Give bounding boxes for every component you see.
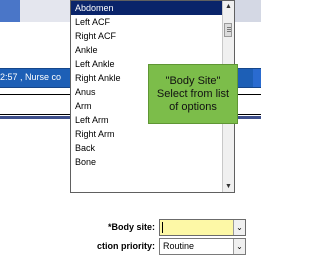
body-site-row: *Body site: ⌄ <box>0 219 261 237</box>
callout-text: "Body Site" Select from list of options <box>156 74 230 113</box>
dropdown-option[interactable]: Right Arm <box>71 127 224 141</box>
dropdown-option[interactable]: Right ACF <box>71 29 224 43</box>
dropdown-option[interactable]: Left ACF <box>71 15 224 29</box>
collection-priority-row: ction priority: Routine ⌄ <box>0 238 261 256</box>
body-site-field[interactable]: ⌄ <box>159 219 246 236</box>
grip-line <box>227 31 231 32</box>
scroll-up-icon[interactable]: ▲ <box>223 1 234 12</box>
dropdown-option[interactable]: Back <box>71 141 224 155</box>
instruction-callout: "Body Site" Select from list of options <box>148 64 238 124</box>
collection-priority-field[interactable]: Routine ⌄ <box>159 238 246 255</box>
grip-line <box>227 29 231 30</box>
header-accent <box>0 0 20 22</box>
body-site-label: *Body site: <box>107 222 155 232</box>
scroll-thumb[interactable] <box>224 23 232 37</box>
scroll-down-icon[interactable]: ▼ <box>223 181 234 192</box>
dropdown-option[interactable]: Bone <box>71 155 224 169</box>
text-caret <box>162 222 163 233</box>
collection-priority-label: ction priority: <box>97 241 155 251</box>
status-text: 2:57 , Nurse co <box>0 72 62 82</box>
chevron-down-icon[interactable]: ⌄ <box>233 220 245 235</box>
status-bar-end <box>253 69 261 87</box>
dropdown-option[interactable]: Abdomen <box>71 1 224 15</box>
grip-line <box>227 27 231 28</box>
collection-priority-value: Routine <box>163 241 195 251</box>
dropdown-option[interactable]: Ankle <box>71 43 224 57</box>
